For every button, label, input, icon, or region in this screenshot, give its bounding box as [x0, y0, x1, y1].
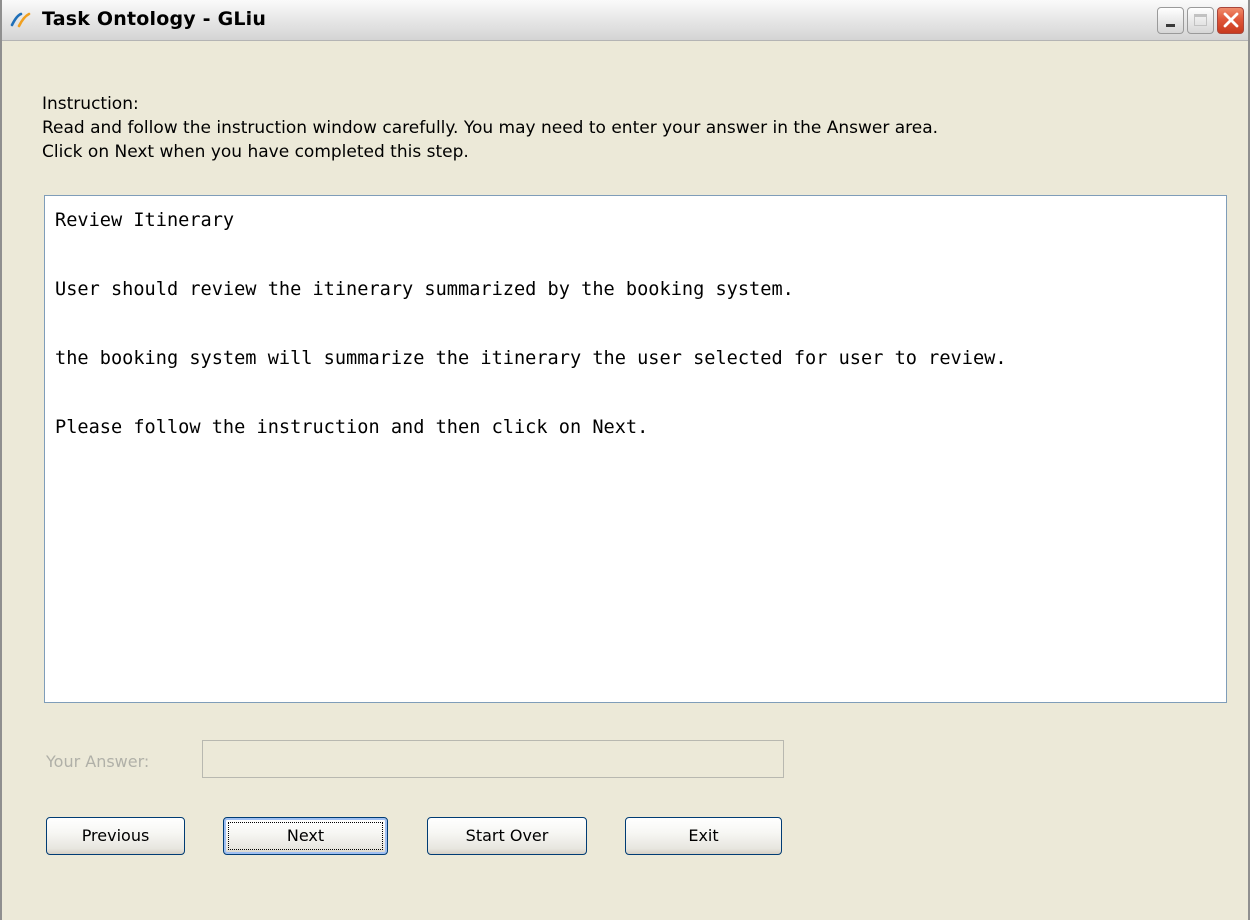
minimize-icon: [1166, 24, 1175, 27]
minimize-button[interactable]: [1157, 7, 1184, 34]
maximize-button[interactable]: [1187, 7, 1214, 34]
exit-button[interactable]: Exit: [625, 817, 782, 855]
title-bar[interactable]: Task Ontology - GLiu: [2, 0, 1248, 41]
window-title: Task Ontology - GLiu: [42, 8, 267, 30]
instruction-label: Instruction: Read and follow the instruc…: [42, 92, 938, 164]
maximize-icon: [1194, 14, 1207, 26]
your-answer-label: Your Answer:: [46, 752, 150, 771]
instruction-line-1: Read and follow the instruction window c…: [42, 118, 939, 138]
instruction-text-area[interactable]: Review Itinerary User should review the …: [44, 195, 1227, 703]
instruction-line-2: Click on Next when you have completed th…: [42, 142, 469, 162]
app-logo-icon: [10, 10, 34, 30]
step-paragraph-3: Please follow the instruction and then c…: [55, 417, 649, 438]
start-over-button[interactable]: Start Over: [427, 817, 587, 855]
focus-ring: [228, 822, 383, 850]
main-window: Task Ontology - GLiu Instruction: Read a…: [0, 0, 1250, 920]
answer-input[interactable]: [202, 740, 784, 778]
step-title: Review Itinerary: [55, 210, 235, 231]
instruction-heading: Instruction:: [42, 94, 139, 114]
close-icon: [1221, 10, 1241, 30]
next-button[interactable]: Next: [223, 817, 388, 855]
close-button[interactable]: [1217, 7, 1244, 34]
step-paragraph-2: the booking system will summarize the it…: [55, 348, 1007, 369]
step-paragraph-1: User should review the itinerary summari…: [55, 279, 794, 300]
previous-button[interactable]: Previous: [46, 817, 185, 855]
